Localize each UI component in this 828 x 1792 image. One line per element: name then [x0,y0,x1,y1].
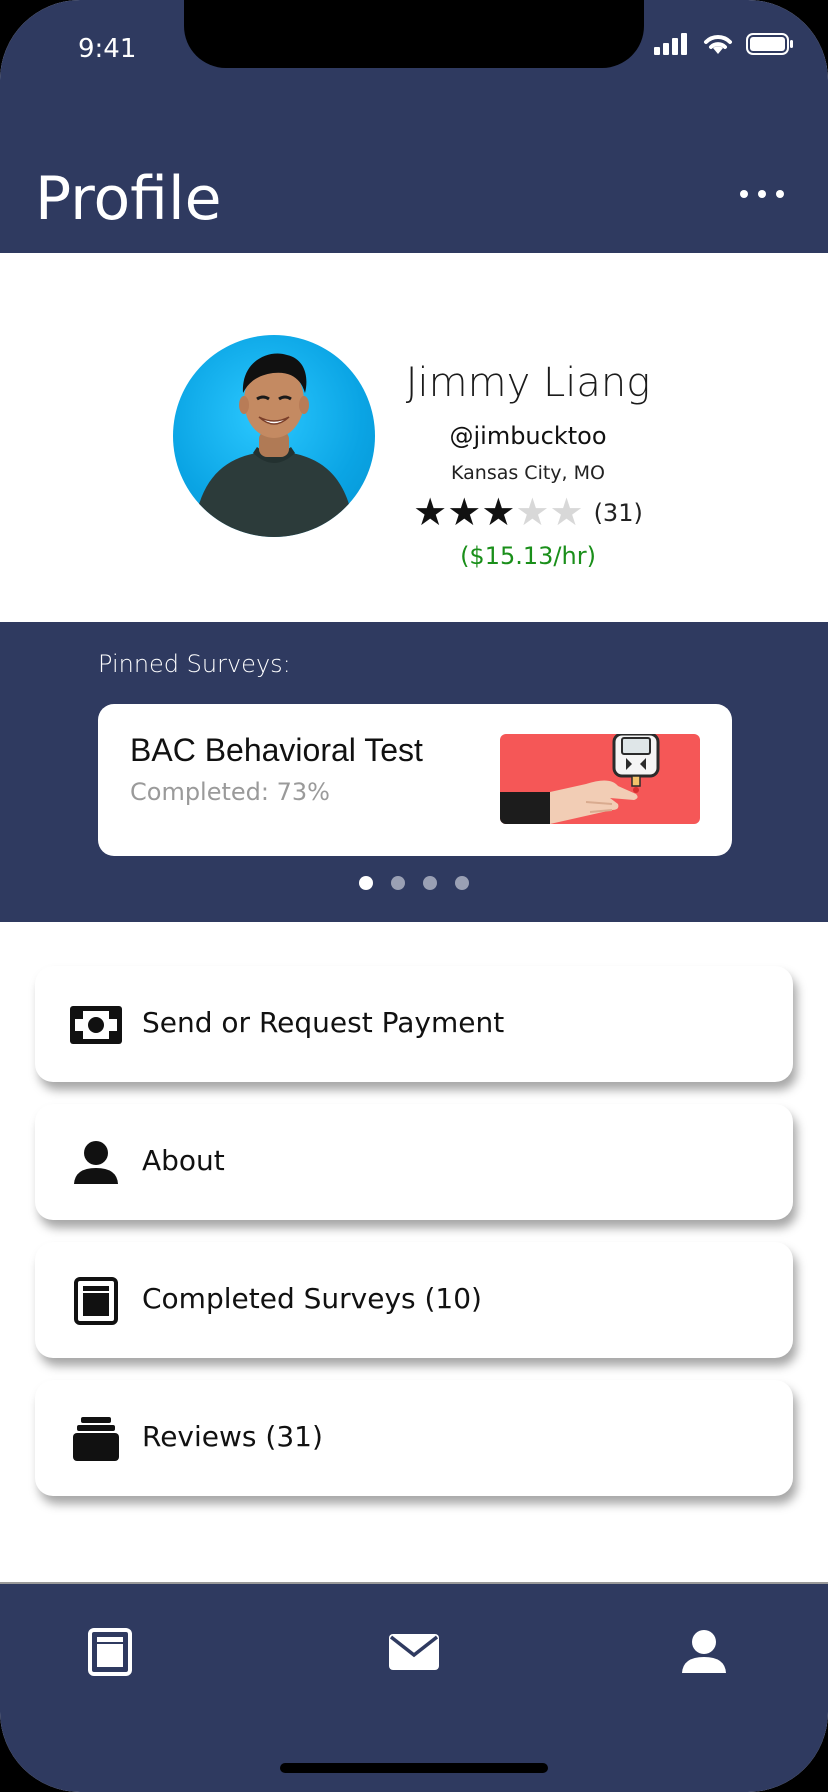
status-time: 9:41 [78,34,137,64]
person-icon [69,1140,123,1186]
notch [184,0,644,68]
glucose-meter-illustration [500,734,700,824]
pinned-survey-card[interactable]: BAC Behavioral Test Completed: 73% [98,704,732,856]
pager-dot[interactable] [423,876,437,890]
more-options-button[interactable] [740,190,784,198]
page-title: Profile [35,164,222,234]
profile-info: Jimmy Liang @jimbucktoo Kansas City, MO … [390,360,666,570]
pinned-label: Pinned Surveys: [98,650,291,678]
profile-icon [682,1630,726,1673]
profile-handle: @jimbucktoo [449,422,607,450]
completed-surveys-button[interactable]: Completed Surveys (10) [35,1242,793,1358]
tab-surveys[interactable] [80,1622,140,1682]
wifi-icon [704,35,732,54]
mail-icon [389,1634,439,1670]
signal-icon [654,33,687,55]
profile-name: Jimmy Liang [405,360,651,406]
menu-label: Send or Request Payment [142,1006,505,1039]
survey-title: BAC Behavioral Test [130,732,423,768]
star-icon: ★ [447,492,482,534]
survey-icon [69,1277,123,1325]
more-dot [776,190,784,198]
pager-dot[interactable] [455,876,469,890]
header-bar: 9:41 Profile [0,0,828,253]
star-icon: ★ [413,492,448,534]
avatar-portrait [193,353,355,537]
more-dot [740,190,748,198]
tab-bar [0,1582,828,1792]
pager-dot[interactable] [391,876,405,890]
rating-row[interactable]: ★ ★ ★ ★ ★ (31) [390,494,666,532]
tab-messages[interactable] [384,1622,444,1682]
star-icon: ★ [481,492,516,534]
pinned-surveys-section: Pinned Surveys: BAC Behavioral Test Comp… [0,622,828,922]
avatar[interactable] [173,335,375,537]
menu-label: Completed Surveys (10) [142,1282,482,1315]
profile-screen: 9:41 Profile Jimmy Liang @jimbucktoo Kan… [0,0,828,1792]
tab-profile[interactable] [674,1622,734,1682]
status-icons [654,32,794,56]
hourly-rate: ($15.13/hr) [460,542,596,570]
reviews-button[interactable]: Reviews (31) [35,1380,793,1496]
pager-dot[interactable] [359,876,373,890]
menu-label: Reviews (31) [142,1420,323,1453]
more-dot [758,190,766,198]
glucose-meter-icon [500,734,700,824]
carousel-pager [0,876,828,890]
menu-label: About [142,1144,225,1177]
survey-tab-icon [88,1628,132,1676]
money-icon [69,1002,123,1048]
profile-location: Kansas City, MO [451,462,605,484]
send-request-payment-button[interactable]: Send or Request Payment [35,966,793,1082]
rating-count: (31) [593,499,643,527]
battery-icon [746,33,793,55]
about-button[interactable]: About [35,1104,793,1220]
home-indicator[interactable] [280,1763,548,1773]
star-icon: ★ [549,492,584,534]
star-icon: ★ [515,492,550,534]
survey-progress: Completed: 73% [130,778,330,806]
stack-icon [69,1416,123,1462]
